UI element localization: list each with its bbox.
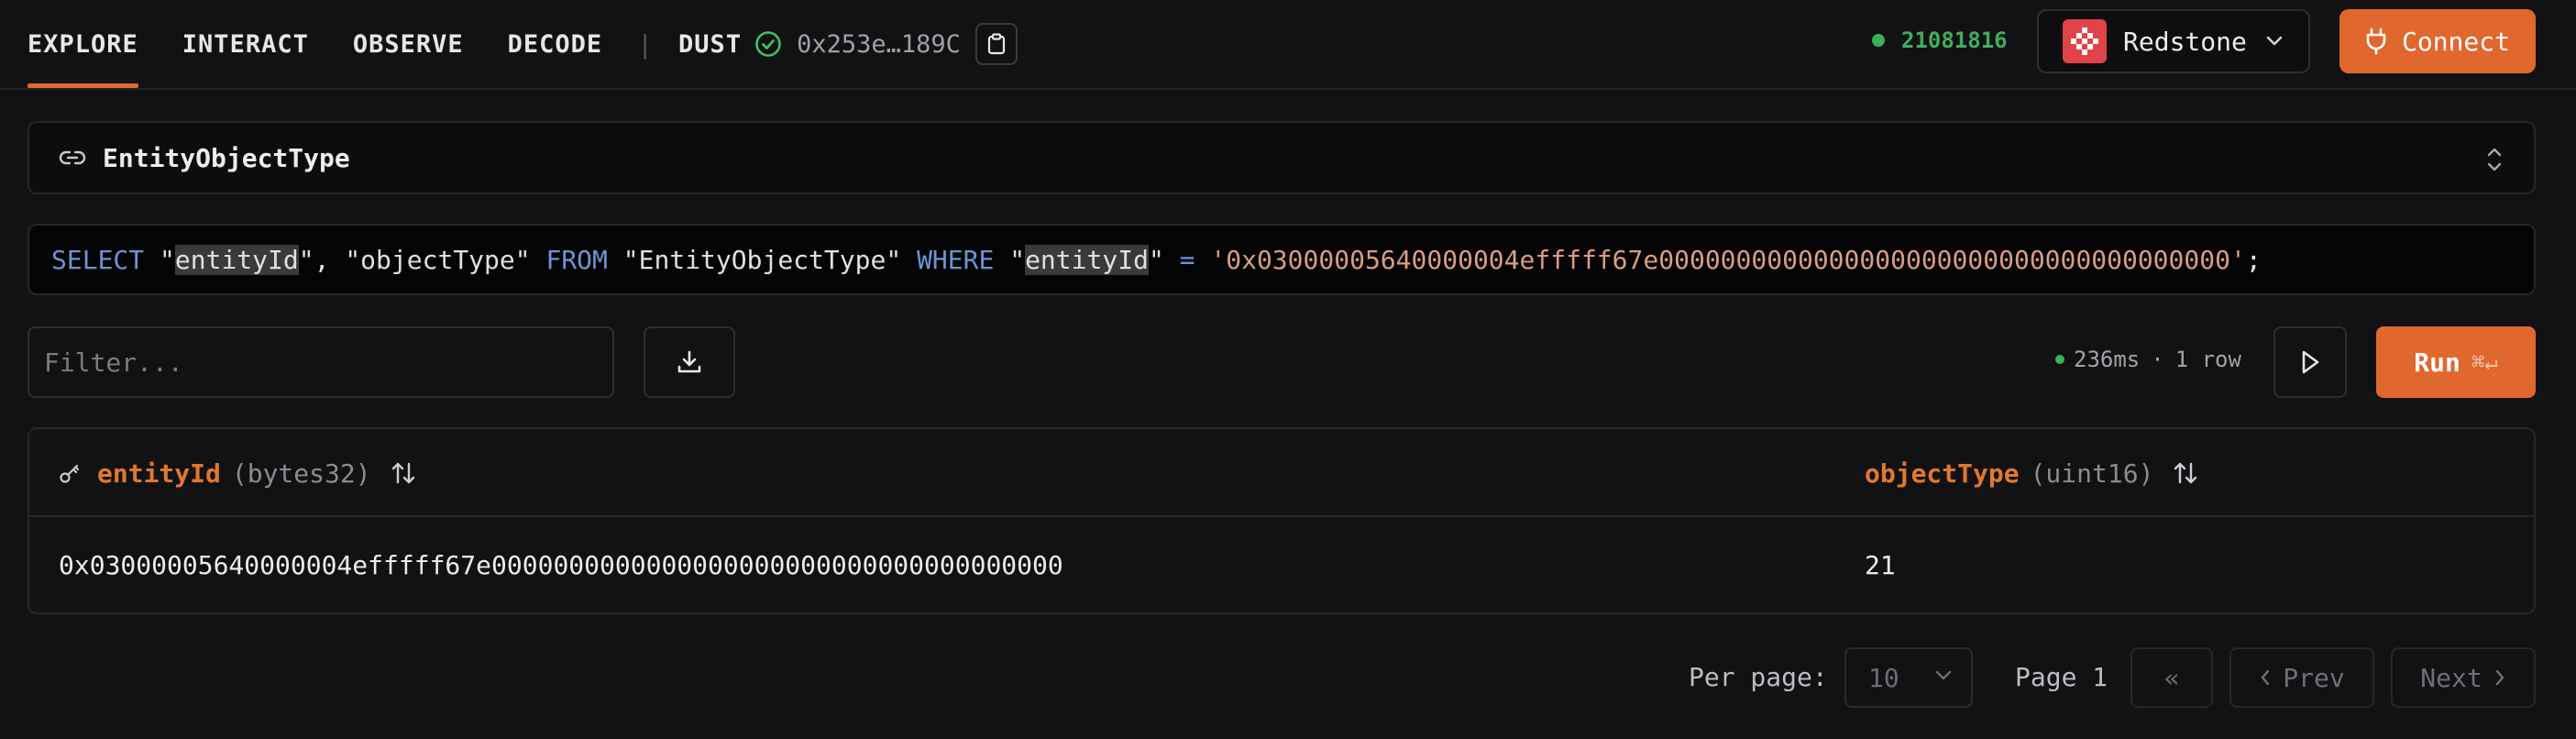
clipboard-icon — [987, 33, 1005, 55]
page-indicator: Page 1 — [2015, 662, 2108, 692]
double-chevron-left-icon: « — [2163, 662, 2180, 693]
verified-check-icon — [754, 30, 782, 58]
download-button[interactable] — [644, 326, 735, 398]
query-stats: 236ms · 1 row — [2055, 347, 2241, 372]
query-row-count: 1 row — [2174, 347, 2241, 372]
link-icon — [59, 150, 86, 165]
run-label: Run — [2414, 347, 2460, 378]
selected-table-name: EntityObjectType — [103, 142, 350, 173]
first-page-button[interactable]: « — [2130, 647, 2213, 708]
chevron-up-down-icon — [2487, 148, 2502, 171]
sql-table-name: "EntityObjectType" — [622, 244, 902, 275]
table-selector[interactable]: EntityObjectType — [28, 121, 2536, 194]
query-status-dot — [2055, 355, 2064, 364]
sql-literal: '0x03000005640000004efffff67e00000000000… — [1210, 244, 2246, 275]
sql-column-entityid: "entityId" — [160, 244, 314, 275]
cell-entityid: 0x03000005640000004efffff67e000000000000… — [59, 549, 1063, 580]
top-bar: EXPLORE INTERACT OBSERVE DECODE | DUST 0… — [0, 0, 2576, 90]
chevron-down-icon — [2266, 36, 2283, 46]
per-page-select[interactable]: 10 — [1844, 647, 1973, 708]
column-header-objecttype[interactable]: objectType (uint16) — [1865, 429, 2199, 517]
block-indicator: 21081816 — [1872, 28, 2008, 53]
sql-keyword-from: FROM — [545, 244, 608, 275]
key-icon — [60, 464, 80, 483]
table-header-row: entityId (bytes32) objectType (uint16) — [29, 429, 2534, 517]
sql-operator: = — [1179, 244, 1195, 275]
sql-keyword-select: SELECT — [51, 244, 145, 275]
sql-query-editor[interactable]: SELECT "entityId", "objectType" FROM "En… — [28, 224, 2536, 295]
per-page-label: Per page: — [1689, 662, 1828, 692]
chevron-left-icon — [2262, 669, 2270, 686]
world-name: DUST — [678, 29, 743, 59]
main-nav: EXPLORE INTERACT OBSERVE DECODE | DUST 0… — [28, 0, 1018, 88]
column-name: objectType — [1865, 458, 2020, 489]
sql-terminator: ; — [2245, 244, 2262, 275]
cell-objecttype: 21 — [1865, 549, 1896, 580]
chain-selector-button[interactable]: Redstone — [2037, 9, 2310, 73]
filter-input[interactable] — [28, 326, 614, 398]
sql-highlight-entityid-2: entityId — [1025, 244, 1149, 275]
column-name: entityId — [97, 458, 221, 489]
nav-separator: | — [637, 28, 654, 60]
next-page-button[interactable]: Next — [2391, 647, 2536, 708]
chevron-down-icon — [1935, 670, 1952, 680]
per-page-value: 10 — [1868, 662, 1899, 693]
sort-icon[interactable] — [390, 459, 417, 487]
play-button[interactable] — [2273, 326, 2347, 398]
plug-icon — [2366, 28, 2386, 55]
nav-decode[interactable]: DECODE — [508, 0, 603, 88]
connect-label: Connect — [2401, 26, 2510, 57]
sort-icon[interactable] — [2172, 459, 2199, 487]
sql-highlight-entityid: entityId — [174, 244, 299, 275]
sync-status-dot — [1872, 34, 1885, 47]
chain-name: Redstone — [2123, 26, 2247, 57]
play-icon — [2302, 350, 2319, 374]
run-shortcut-hint: ⌘↵ — [2471, 349, 2498, 375]
table-row[interactable]: 0x03000005640000004efffff67e000000000000… — [29, 517, 2534, 612]
block-number: 21081816 — [1901, 28, 2008, 53]
connect-button[interactable]: Connect — [2339, 9, 2536, 73]
run-button[interactable]: Run ⌘↵ — [2376, 326, 2536, 398]
nav-interact[interactable]: INTERACT — [182, 0, 309, 88]
nav-observe[interactable]: OBSERVE — [353, 0, 464, 88]
sql-where-column: "entityId" — [1009, 244, 1164, 275]
download-icon — [677, 350, 701, 373]
redstone-logo-icon — [2063, 19, 2107, 63]
stats-separator: · — [2151, 347, 2164, 372]
column-type: (bytes32) — [231, 458, 371, 489]
nav-explore[interactable]: EXPLORE — [28, 0, 138, 88]
results-table: entityId (bytes32) objectType (uint16) 0… — [28, 427, 2536, 614]
world-address: 0x253e…189C — [797, 29, 961, 59]
sql-keyword-where: WHERE — [917, 244, 995, 275]
next-label: Next — [2420, 662, 2482, 693]
column-type: (uint16) — [2030, 458, 2154, 489]
query-time: 236ms — [2074, 347, 2141, 372]
copy-address-button[interactable] — [974, 23, 1018, 65]
prev-page-button[interactable]: Prev — [2229, 647, 2374, 708]
prev-label: Prev — [2283, 662, 2345, 693]
sql-column-objecttype: "objectType" — [345, 244, 531, 275]
column-header-entityid[interactable]: entityId (bytes32) — [59, 429, 417, 517]
chevron-right-icon — [2495, 669, 2504, 686]
